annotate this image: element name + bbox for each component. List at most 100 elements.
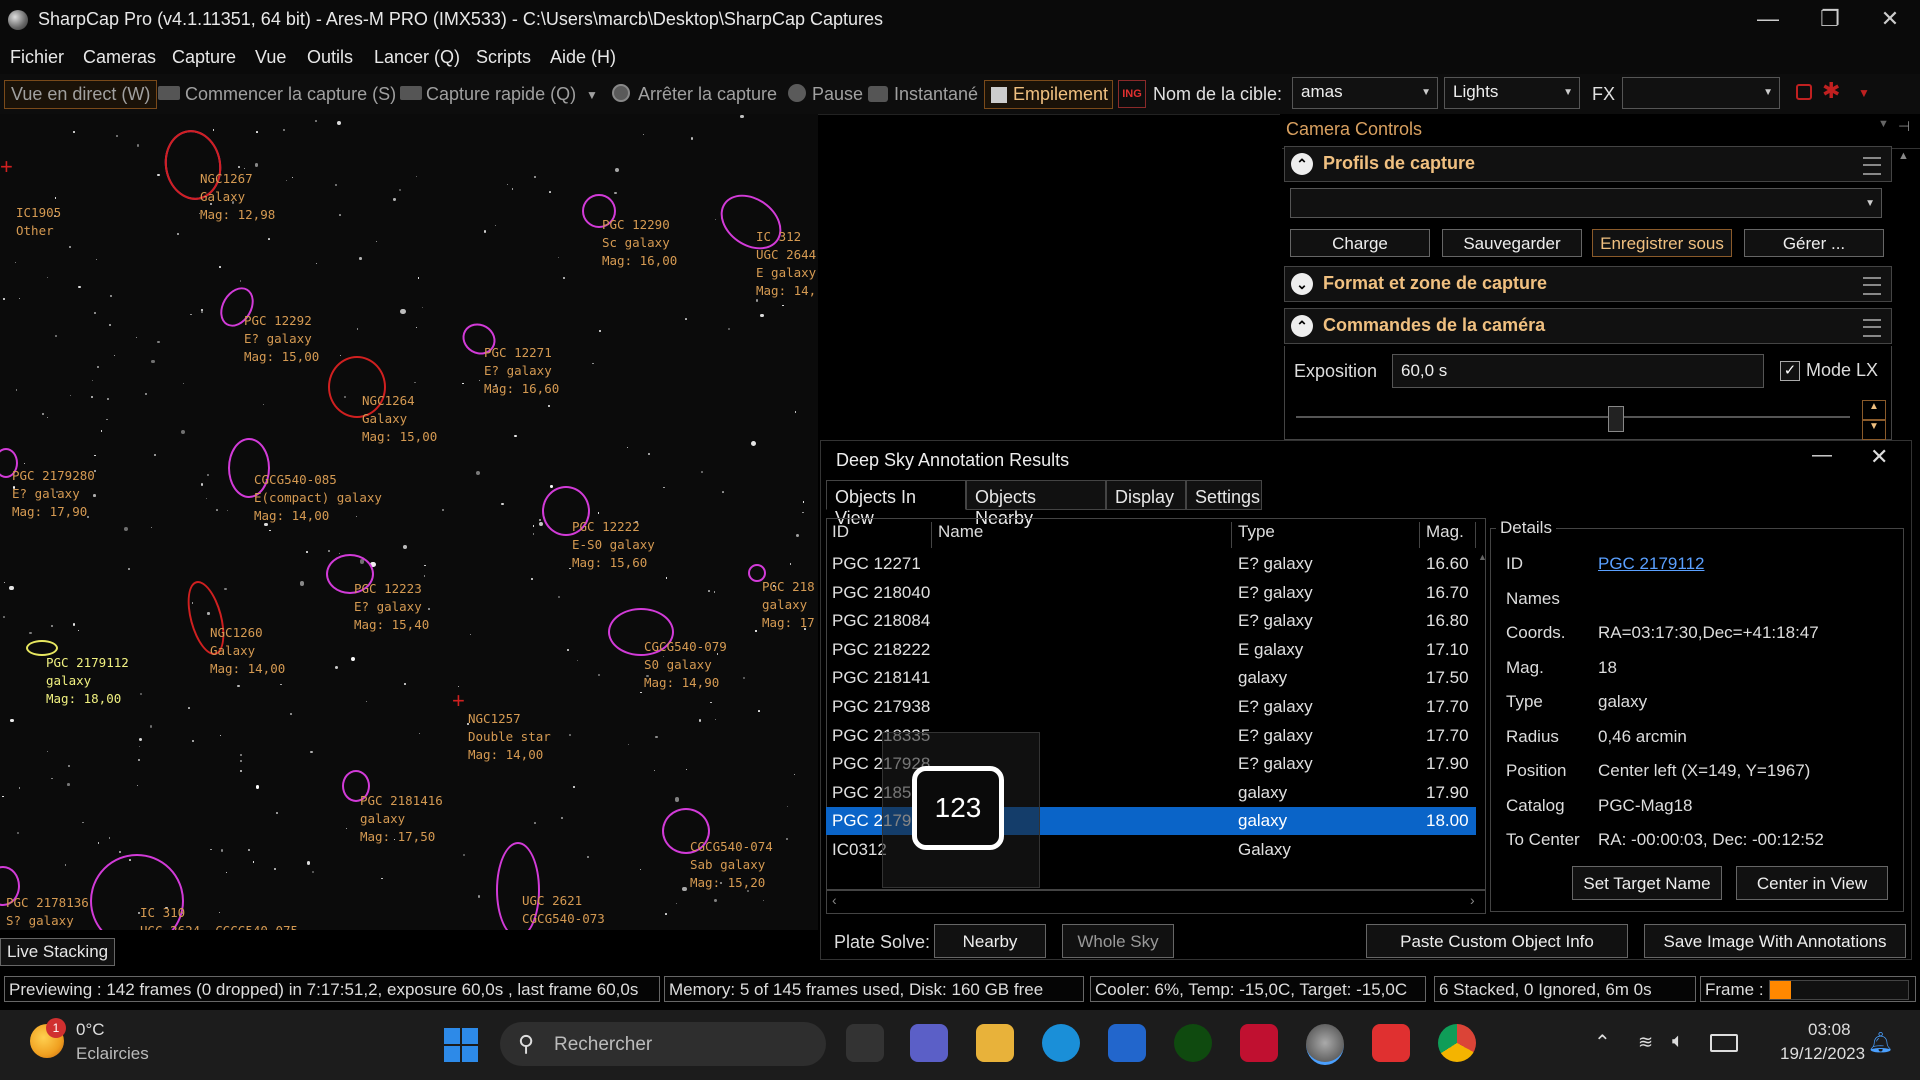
chrome-icon[interactable] [1438,1024,1476,1062]
restore-button[interactable]: ❐ [1802,0,1858,40]
column-header-id[interactable]: ID [826,522,932,548]
camera-commands-section-header[interactable]: ⌃ Commandes de la caméra [1284,308,1892,344]
minimize-button[interactable]: — [1740,0,1796,40]
save-image-annotations-button[interactable]: Save Image With Annotations [1644,924,1906,958]
ing-icon[interactable]: ING [1118,80,1146,108]
exposure-input[interactable]: 60,0 s [1392,354,1764,388]
manage-profiles-button[interactable]: Gérer ... [1744,229,1884,257]
table-row[interactable]: PGC 218141 galaxy 17.50 [826,664,1476,692]
live-stacking-tab[interactable]: Live Stacking [0,938,116,966]
fx-select[interactable]: ▼ [1622,77,1780,109]
menu-cameras[interactable]: Cameras [83,47,156,68]
anydesk-icon[interactable] [1372,1024,1410,1062]
save-profile-button[interactable]: Sauvegarder [1442,229,1582,257]
menu-lancer[interactable]: Lancer (Q) [374,47,460,68]
dialog-close-button[interactable]: ✕ [1870,444,1888,470]
table-row[interactable]: PGC 12271 E? galaxy 16.60 [826,550,1476,578]
edge-icon[interactable] [1042,1024,1080,1062]
nearby-button[interactable]: Nearby [934,924,1046,958]
table-horizontal-scrollbar[interactable] [826,890,1486,914]
start-capture-button[interactable]: Commencer la capture (S) [185,84,396,105]
center-in-view-button[interactable]: Center in View [1736,866,1888,900]
exposure-slider-track[interactable] [1296,416,1850,418]
dialog-minimize-button[interactable]: — [1812,444,1832,467]
volume-icon[interactable]: 🔈︎ [1672,1030,1684,1053]
tab-settings[interactable]: Settings [1186,480,1262,510]
crosshair-icon[interactable]: ✱ [1822,78,1840,104]
collapse-chevron-icon[interactable]: ⌃ [1291,315,1313,337]
quick-capture-button[interactable]: Capture rapide (Q) [426,84,576,105]
store-icon[interactable] [1108,1024,1146,1062]
save-as-profile-button[interactable]: Enregistrer sous [1592,229,1732,257]
menu-fichier[interactable]: Fichier [10,47,64,68]
scroll-left-icon[interactable]: ‹ [832,892,837,908]
live-view-button[interactable]: Vue en direct (W) [4,80,158,109]
detail-id-link[interactable]: PGC 2179112 [1598,554,1704,574]
task-view-icon[interactable] [846,1024,884,1062]
file-explorer-icon[interactable] [976,1024,1014,1062]
profiles-section-header[interactable]: ⌃ Profils de capture [1284,146,1892,182]
collapse-chevron-icon[interactable]: ⌃ [1291,153,1313,175]
notification-bell-icon[interactable]: 🔔︎ [1868,1030,1893,1055]
table-row[interactable]: PGC 218222 E galaxy 17.10 [826,636,1476,664]
stop-capture-button[interactable]: Arrêter la capture [638,84,777,105]
tray-chevron-icon[interactable]: ⌃ [1594,1030,1611,1055]
wifi-icon[interactable]: ≋ [1638,1032,1653,1053]
clock-time[interactable]: 03:08 [1808,1020,1851,1040]
table-row[interactable]: PGC 218040 E? galaxy 16.70 [826,579,1476,607]
format-section-header[interactable]: ⌄ Format et zone de capture [1284,266,1892,302]
star [562,277,565,280]
section-menu-icon[interactable] [1863,319,1881,337]
target-name-select[interactable]: amas ▼ [1292,77,1438,109]
scroll-up-icon[interactable]: ▲ [1898,150,1909,162]
menu-vue[interactable]: Vue [255,47,286,68]
clock-date[interactable]: 19/12/2023 [1780,1044,1865,1064]
record-icon[interactable] [1796,84,1812,100]
menu-capture[interactable]: Capture [172,47,236,68]
set-target-name-button[interactable]: Set Target Name [1572,866,1722,900]
menu-aide[interactable]: Aide (H) [550,47,616,68]
paste-custom-object-button[interactable]: Paste Custom Object Info [1366,924,1628,958]
star [108,837,111,840]
tab-objects-in-view[interactable]: Objects In View [826,480,966,528]
expand-chevron-icon[interactable]: ⌄ [1291,273,1313,295]
section-menu-icon[interactable] [1863,277,1881,295]
column-header-name[interactable]: Name [932,522,1232,548]
profile-select[interactable]: ▼ [1290,188,1882,218]
taskbar-search-box[interactable]: ⚲ Rechercher [500,1022,826,1066]
phd-guiding-icon[interactable] [1174,1024,1212,1062]
menu-scripts[interactable]: Scripts [476,47,531,68]
close-button[interactable]: ✕ [1862,0,1918,40]
cell-mag: 17.70 [1426,725,1469,745]
sharpcap-taskbar-icon[interactable] [1306,1024,1344,1065]
toolbar-dropdown-icon[interactable]: ▼ [1858,86,1870,100]
table-row[interactable]: PGC 217938 E? galaxy 17.70 [826,693,1476,721]
section-menu-icon[interactable] [1863,157,1881,175]
exposure-down-button[interactable]: ▼ [1862,420,1886,440]
column-header-type[interactable]: Type [1232,522,1420,548]
whole-sky-button[interactable]: Whole Sky [1062,924,1174,958]
pause-button[interactable]: Pause [812,84,863,105]
windows-start-icon[interactable] [444,1028,478,1062]
exposure-slider-handle[interactable] [1608,406,1624,432]
menu-outils[interactable]: Outils [307,47,353,68]
exposure-up-button[interactable]: ▲ [1862,400,1886,420]
stacking-button[interactable]: Empilement [984,80,1114,109]
tab-objects-nearby[interactable]: Objects Nearby [966,480,1106,528]
battery-icon[interactable] [1710,1034,1738,1052]
lx-mode-checkbox[interactable]: ✓ [1780,361,1800,381]
astro-app-icon[interactable] [1240,1024,1278,1062]
teams-icon[interactable] [910,1024,948,1062]
scroll-right-icon[interactable]: › [1470,892,1475,908]
tab-display[interactable]: Display [1106,480,1186,510]
column-header-mag[interactable]: Mag. [1420,522,1476,548]
table-scroll-up-icon[interactable]: ▲ [1478,552,1487,562]
frame-type-select[interactable]: Lights ▼ [1444,77,1580,109]
load-profile-button[interactable]: Charge [1290,229,1430,257]
pin-icon[interactable]: ⊣ [1898,118,1910,135]
sky-image-viewport[interactable]: NGC1267 Galaxy Mag: 12,98 + IC1905 Other… [0,114,818,930]
panel-dropdown-icon[interactable]: ▼ [1878,118,1889,130]
table-row[interactable]: PGC 218084 E? galaxy 16.80 [826,607,1476,635]
snapshot-button[interactable]: Instantané [894,84,978,105]
quick-capture-dropdown-icon[interactable]: ▼ [586,88,598,102]
